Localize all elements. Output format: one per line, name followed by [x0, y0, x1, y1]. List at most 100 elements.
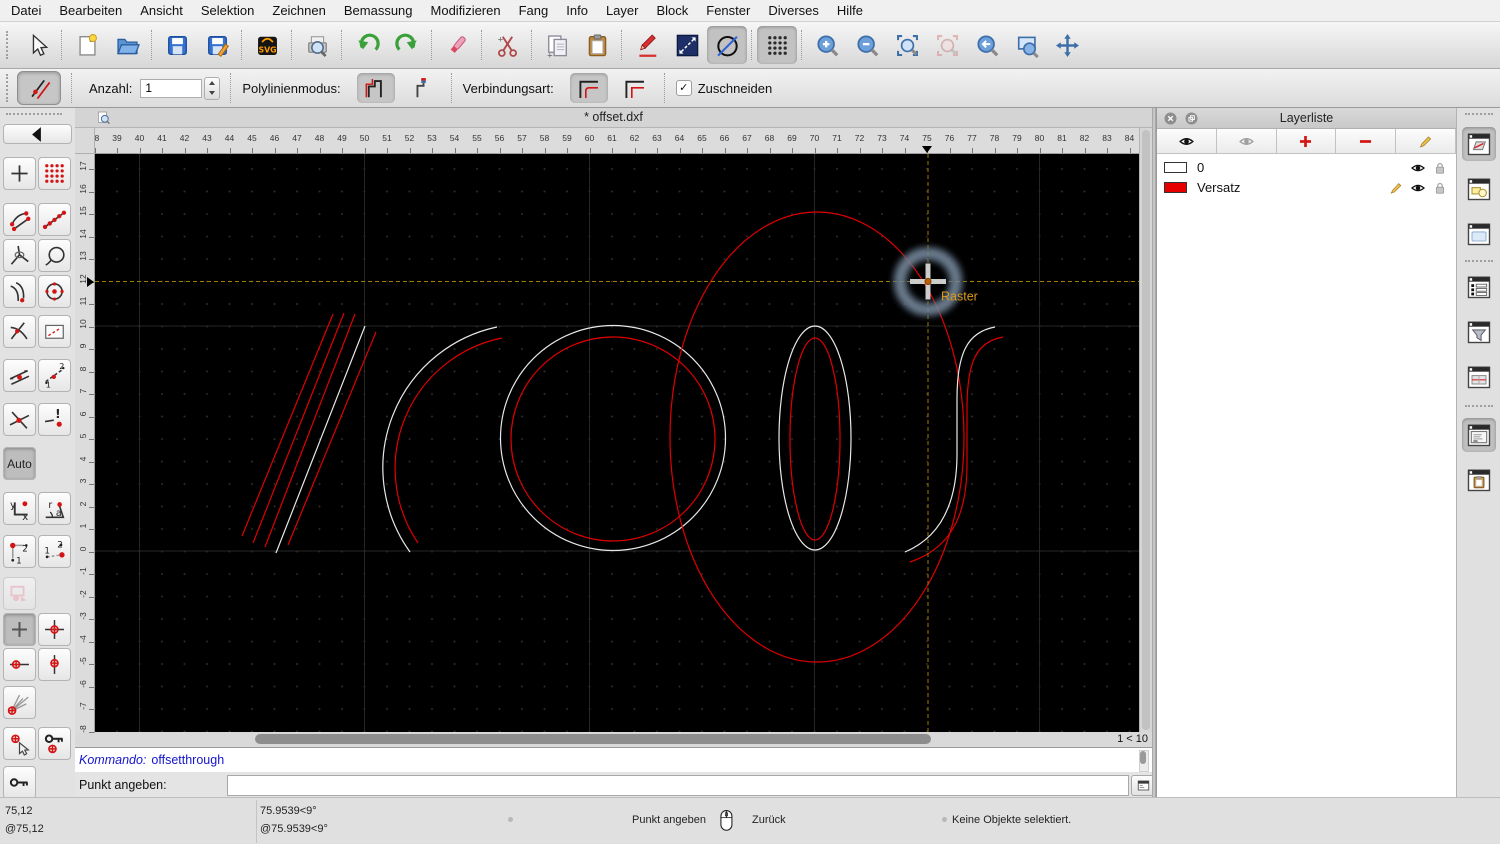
delete-button[interactable] [437, 26, 477, 64]
snap-tangent-button[interactable] [3, 275, 36, 308]
polyline-mode-off-button[interactable] [403, 73, 441, 103]
snap-distance-button[interactable]: 12 [38, 359, 71, 392]
count-stepper[interactable] [204, 76, 221, 100]
hide-all-layers-button[interactable] [1216, 129, 1277, 154]
menu-item-zeichnen[interactable]: Zeichnen [263, 0, 334, 21]
layer-lock-icon[interactable] [1432, 180, 1448, 196]
count-stepper-down-icon[interactable] [205, 88, 219, 99]
relative-zero-lock-button[interactable] [3, 766, 36, 799]
menu-item-hilfe[interactable]: Hilfe [828, 0, 872, 21]
coordinate-polar-button[interactable]: ra [38, 492, 71, 525]
document-tab-bar[interactable]: * offset.dxf [75, 108, 1152, 128]
count-stepper-up-icon[interactable] [205, 78, 219, 89]
snap-auto-button[interactable]: Auto [3, 447, 36, 480]
horizontal-scrollbar[interactable]: 1 < 10 [95, 732, 1152, 747]
vertical-scrollbar[interactable] [1139, 128, 1152, 733]
undo-button[interactable] [347, 26, 387, 64]
snap-intersection-manual-button[interactable]: ! [38, 403, 71, 436]
remove-layer-button[interactable] [1336, 129, 1397, 154]
command-line-dock-button[interactable] [1462, 418, 1496, 452]
file-save-as-button[interactable] [197, 26, 237, 64]
horizontal-scrollbar-thumb[interactable] [255, 734, 931, 744]
print-preview-button[interactable] [297, 26, 337, 64]
layer-edit-icon[interactable] [1388, 180, 1404, 196]
zoom-selection-button[interactable] [927, 26, 967, 64]
back-button[interactable] [3, 124, 72, 144]
ellipse-tool-button[interactable] [707, 26, 747, 64]
svg-export-button[interactable]: SVG [247, 26, 287, 64]
draw-pen-button[interactable] [627, 26, 667, 64]
layer-visibility-icon[interactable] [1410, 180, 1426, 196]
snap-intersection-entity-button[interactable] [3, 239, 36, 272]
layer-row[interactable]: 0 [1157, 158, 1456, 178]
cut-button[interactable]: + [487, 26, 527, 64]
set-relative-zero-button[interactable] [3, 727, 36, 760]
misc-panel-dock-button[interactable] [1462, 360, 1496, 394]
selection-filter-dock-button[interactable] [1462, 315, 1496, 349]
angle-protractor-button[interactable] [3, 686, 36, 719]
restrict-vertical-button[interactable] [38, 648, 71, 681]
menu-item-ansicht[interactable]: Ansicht [131, 0, 192, 21]
zoom-window-button[interactable] [1007, 26, 1047, 64]
lock-relative-zero-button[interactable] [38, 727, 71, 760]
menu-item-diverses[interactable]: Diverses [759, 0, 828, 21]
snap-center-button[interactable] [38, 275, 71, 308]
command-history-scrollbar-thumb[interactable] [1140, 751, 1146, 764]
snap-perpendicular-button[interactable] [3, 315, 36, 348]
snap-middle-button[interactable] [3, 359, 36, 392]
relative-polar-button[interactable]: 12 [38, 535, 71, 568]
pointer-button[interactable] [17, 26, 57, 64]
edit-layer-button[interactable] [1396, 129, 1456, 154]
property-editor-dock-button[interactable] [1462, 270, 1496, 304]
count-input[interactable] [140, 78, 203, 98]
menu-item-modifizieren[interactable]: Modifizieren [422, 0, 510, 21]
menu-item-bearbeiten[interactable]: Bearbeiten [50, 0, 131, 21]
snap-reference-button[interactable] [38, 315, 71, 348]
show-all-layers-button[interactable] [1157, 129, 1217, 154]
restrict-both-button[interactable] [38, 613, 71, 646]
menu-item-bemassung[interactable]: Bemassung [335, 0, 422, 21]
layer-row[interactable]: Versatz [1157, 178, 1456, 198]
grid-toggle-button[interactable] [757, 26, 797, 64]
file-save-button[interactable] [157, 26, 197, 64]
restrict-horizontal-button[interactable] [3, 648, 36, 681]
vertical-scrollbar-thumb[interactable] [1142, 130, 1150, 730]
line-tool-button[interactable] [667, 26, 707, 64]
zoom-auto-button[interactable] [887, 26, 927, 64]
snap-intersection-button[interactable] [3, 403, 36, 436]
layer-list-dock-button[interactable] [1462, 127, 1496, 161]
joint-miter-button[interactable] [616, 73, 654, 103]
view-previous-button[interactable] [967, 26, 1007, 64]
snap-points-on-entity-button[interactable] [38, 203, 71, 236]
restrict-orthogonal-button[interactable] [3, 577, 36, 610]
layer-lock-icon[interactable] [1432, 160, 1448, 176]
add-layer-button[interactable] [1276, 129, 1337, 154]
paste-button[interactable] [577, 26, 617, 64]
menu-item-info[interactable]: Info [557, 0, 597, 21]
block-list-dock-button[interactable] [1462, 172, 1496, 206]
file-new-button[interactable] [67, 26, 107, 64]
command-input[interactable] [227, 775, 1129, 796]
redo-button[interactable] [387, 26, 427, 64]
menu-item-fenster[interactable]: Fenster [697, 0, 759, 21]
menu-item-fang[interactable]: Fang [510, 0, 558, 21]
trim-checkbox[interactable]: ✓ [675, 80, 692, 96]
command-history-scrollbar[interactable] [1139, 750, 1149, 772]
layer-visibility-icon[interactable] [1410, 160, 1426, 176]
pan-button[interactable] [1047, 26, 1087, 64]
coordinate-cartesian-button[interactable]: yx [3, 492, 36, 525]
offset-tool-button[interactable] [17, 71, 61, 105]
snap-on-entity-button[interactable] [38, 239, 71, 272]
library-browser-dock-button[interactable] [1462, 217, 1496, 251]
polyline-mode-on-button[interactable] [356, 73, 395, 103]
menu-item-block[interactable]: Block [647, 0, 697, 21]
snap-free-button[interactable] [3, 157, 36, 190]
menu-item-selektion[interactable]: Selektion [192, 0, 263, 21]
menu-item-layer[interactable]: Layer [597, 0, 648, 21]
clipboard-panel-dock-button[interactable] [1462, 463, 1496, 497]
copy-button[interactable]: + [537, 26, 577, 64]
zoom-in-button[interactable] [807, 26, 847, 64]
menu-item-datei[interactable]: Datei [2, 0, 50, 21]
drawing-canvas[interactable]: Raster [95, 154, 1139, 732]
zoom-out-button[interactable] [847, 26, 887, 64]
